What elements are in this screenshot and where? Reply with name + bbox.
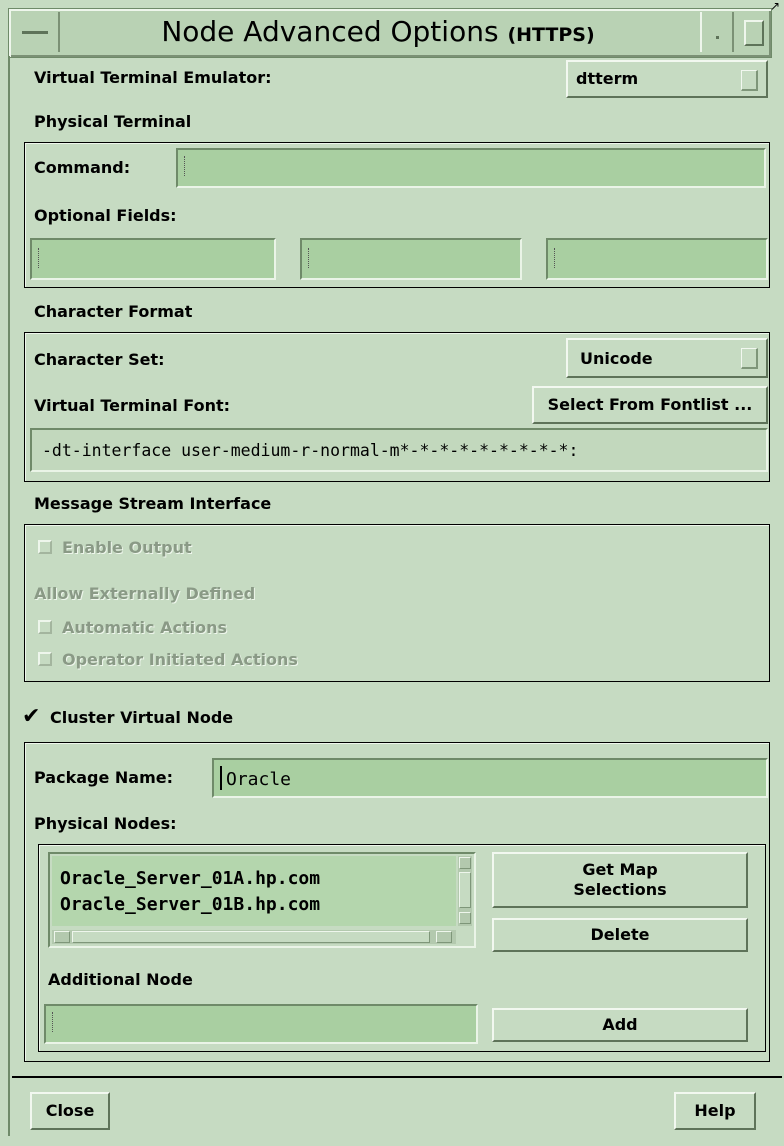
vte-option-menu[interactable]: dtterm bbox=[566, 60, 768, 98]
window-title: Node Advanced Options (HTTPS) bbox=[60, 12, 696, 52]
package-name-label: Package Name: bbox=[34, 768, 173, 787]
get-map-selections-label: Get Map Selections bbox=[573, 860, 667, 899]
window-menu-button[interactable] bbox=[12, 12, 60, 52]
option-menu-indicator-icon bbox=[741, 348, 758, 369]
list-item[interactable]: Oracle_Server_01A.hp.com bbox=[60, 868, 320, 889]
vt-font-input[interactable]: -dt-interface user-medium-r-normal-m*-*-… bbox=[30, 428, 768, 472]
operator-actions-label: Operator Initiated Actions bbox=[62, 650, 298, 669]
enable-output-label: Enable Output bbox=[62, 538, 192, 557]
command-input[interactable] bbox=[176, 148, 766, 188]
optional-field-1[interactable] bbox=[30, 238, 276, 280]
option-menu-indicator-icon bbox=[741, 70, 758, 91]
operator-actions-checkbox[interactable] bbox=[38, 652, 52, 666]
cluster-virtual-node-label: Cluster Virtual Node bbox=[50, 708, 234, 727]
character-set-label: Character Set: bbox=[34, 350, 165, 369]
optional-field-2[interactable] bbox=[300, 238, 522, 280]
maximize-button[interactable] bbox=[736, 12, 768, 52]
character-set-option-menu[interactable]: Unicode bbox=[566, 338, 768, 378]
enable-output-checkbox[interactable] bbox=[38, 540, 52, 554]
close-button[interactable]: Close bbox=[30, 1092, 110, 1130]
allow-externally-defined-label: Allow Externally Defined bbox=[34, 584, 256, 603]
help-button[interactable]: Help bbox=[674, 1092, 756, 1130]
additional-node-input[interactable] bbox=[44, 1004, 478, 1044]
add-button[interactable]: Add bbox=[492, 1008, 748, 1042]
physical-nodes-list[interactable]: Oracle_Server_01A.hp.com Oracle_Server_0… bbox=[48, 852, 476, 948]
cluster-virtual-node-checkbox[interactable]: ✔ bbox=[22, 706, 44, 728]
additional-node-label: Additional Node bbox=[48, 970, 193, 989]
delete-button[interactable]: Delete bbox=[492, 918, 748, 952]
vte-value: dtterm bbox=[576, 69, 639, 88]
list-item[interactable]: Oracle_Server_01B.hp.com bbox=[60, 894, 320, 915]
physical-nodes-label: Physical Nodes: bbox=[34, 814, 177, 833]
vt-font-label: Virtual Terminal Font: bbox=[34, 396, 231, 415]
character-format-heading: Character Format bbox=[34, 302, 193, 321]
vte-label: Virtual Terminal Emulator: bbox=[34, 68, 272, 87]
vt-font-value: -dt-interface user-medium-r-normal-m*-*-… bbox=[42, 441, 579, 460]
automatic-actions-checkbox[interactable] bbox=[38, 620, 52, 634]
character-set-value: Unicode bbox=[580, 349, 653, 368]
resize-corner-icon[interactable]: ↗ bbox=[770, 0, 782, 12]
automatic-actions-label: Automatic Actions bbox=[62, 618, 227, 637]
dialog-window: Node Advanced Options (HTTPS) ↗ Virtual … bbox=[0, 0, 784, 1146]
get-map-selections-button[interactable]: Get Map Selections bbox=[492, 852, 748, 908]
optional-fields-label: Optional Fields: bbox=[34, 206, 177, 225]
horizontal-scrollbar[interactable] bbox=[52, 930, 456, 944]
window-title-suffix: (HTTPS) bbox=[507, 24, 595, 46]
window-border-left bbox=[8, 56, 10, 1136]
footer-separator bbox=[12, 1076, 782, 1078]
command-label: Command: bbox=[34, 158, 131, 177]
package-name-value: Oracle bbox=[226, 769, 292, 790]
package-name-input[interactable]: Oracle bbox=[212, 758, 768, 798]
physical-terminal-heading: Physical Terminal bbox=[34, 112, 192, 131]
msi-heading: Message Stream Interface bbox=[34, 494, 272, 513]
optional-field-3[interactable] bbox=[546, 238, 768, 280]
window-title-text: Node Advanced Options bbox=[161, 15, 499, 48]
minimize-button[interactable] bbox=[700, 12, 734, 52]
vertical-scrollbar[interactable] bbox=[458, 856, 472, 926]
select-from-fontlist-button[interactable]: Select From Fontlist ... bbox=[532, 386, 768, 424]
